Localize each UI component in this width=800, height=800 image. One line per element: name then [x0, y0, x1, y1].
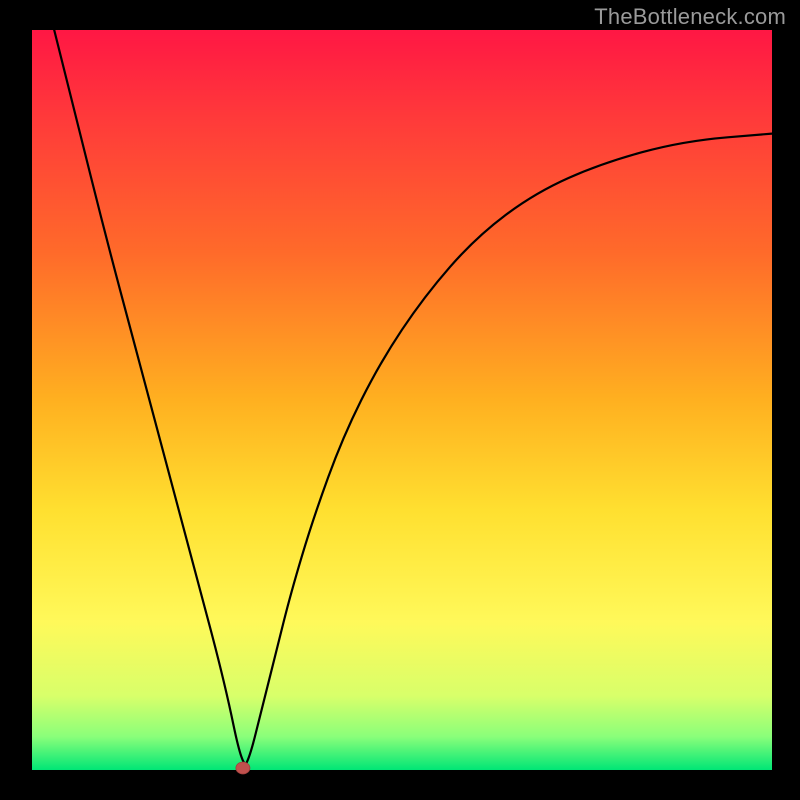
- bottleneck-chart: [0, 0, 800, 800]
- figure: TheBottleneck.com: [0, 0, 800, 800]
- optimal-marker: [236, 762, 250, 774]
- plot-background-gradient: [32, 30, 772, 770]
- watermark-text: TheBottleneck.com: [594, 4, 786, 30]
